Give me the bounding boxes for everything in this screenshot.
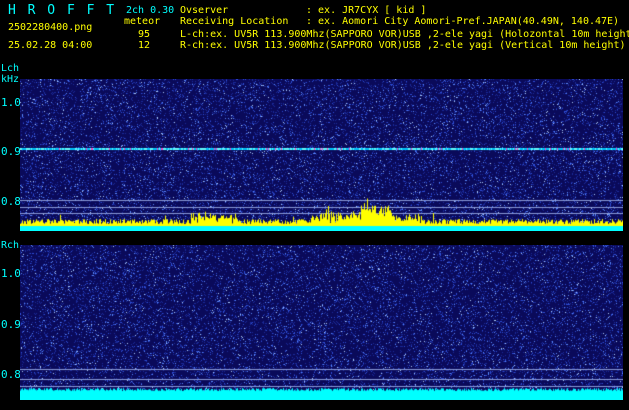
mode-label: 2ch 0.30 bbox=[126, 5, 175, 16]
rch-tick-1-0: 1.0 bbox=[1, 267, 21, 280]
rch-tick-0-8: 0.8 bbox=[1, 368, 21, 381]
meteor-label: meteor bbox=[124, 16, 161, 27]
lch-info: L-ch:ex. UV5R 113.900Mhz(SAPPORO VOR)USB… bbox=[180, 29, 629, 40]
app-title: H R O F F T bbox=[8, 3, 117, 18]
observer-value: : ex. JR7CYX [ kid ] bbox=[306, 5, 427, 16]
lch-unit: kHz bbox=[1, 74, 20, 85]
datetime: 25.02.28 04:00 bbox=[8, 40, 93, 51]
lch-tick-0-8: 0.8 bbox=[1, 195, 21, 208]
filename: 2502280400.png bbox=[8, 22, 93, 33]
rch-label: Rch bbox=[1, 240, 20, 251]
rch-spectrogram bbox=[20, 245, 623, 400]
location-label: Receiving Location bbox=[180, 16, 289, 27]
lch-tick-0-9: 0.9 bbox=[1, 145, 21, 158]
rch-meteor-count: 12 bbox=[138, 40, 151, 51]
lch-meteor-count: 95 bbox=[138, 29, 151, 40]
rch-tick-0-9: 0.9 bbox=[1, 318, 21, 331]
lch-label: Lch bbox=[1, 63, 20, 74]
rch-info: R-ch:ex. UV5R 113.900Mhz(SAPPORO VOR)USB… bbox=[180, 40, 626, 51]
location-value: : ex. Aomori City Aomori-Pref.JAPAN(40.4… bbox=[306, 16, 620, 27]
lch-spectrogram bbox=[20, 79, 623, 231]
lch-tick-1-0: 1.0 bbox=[1, 96, 21, 109]
observer-label: Ovserver bbox=[180, 5, 229, 16]
